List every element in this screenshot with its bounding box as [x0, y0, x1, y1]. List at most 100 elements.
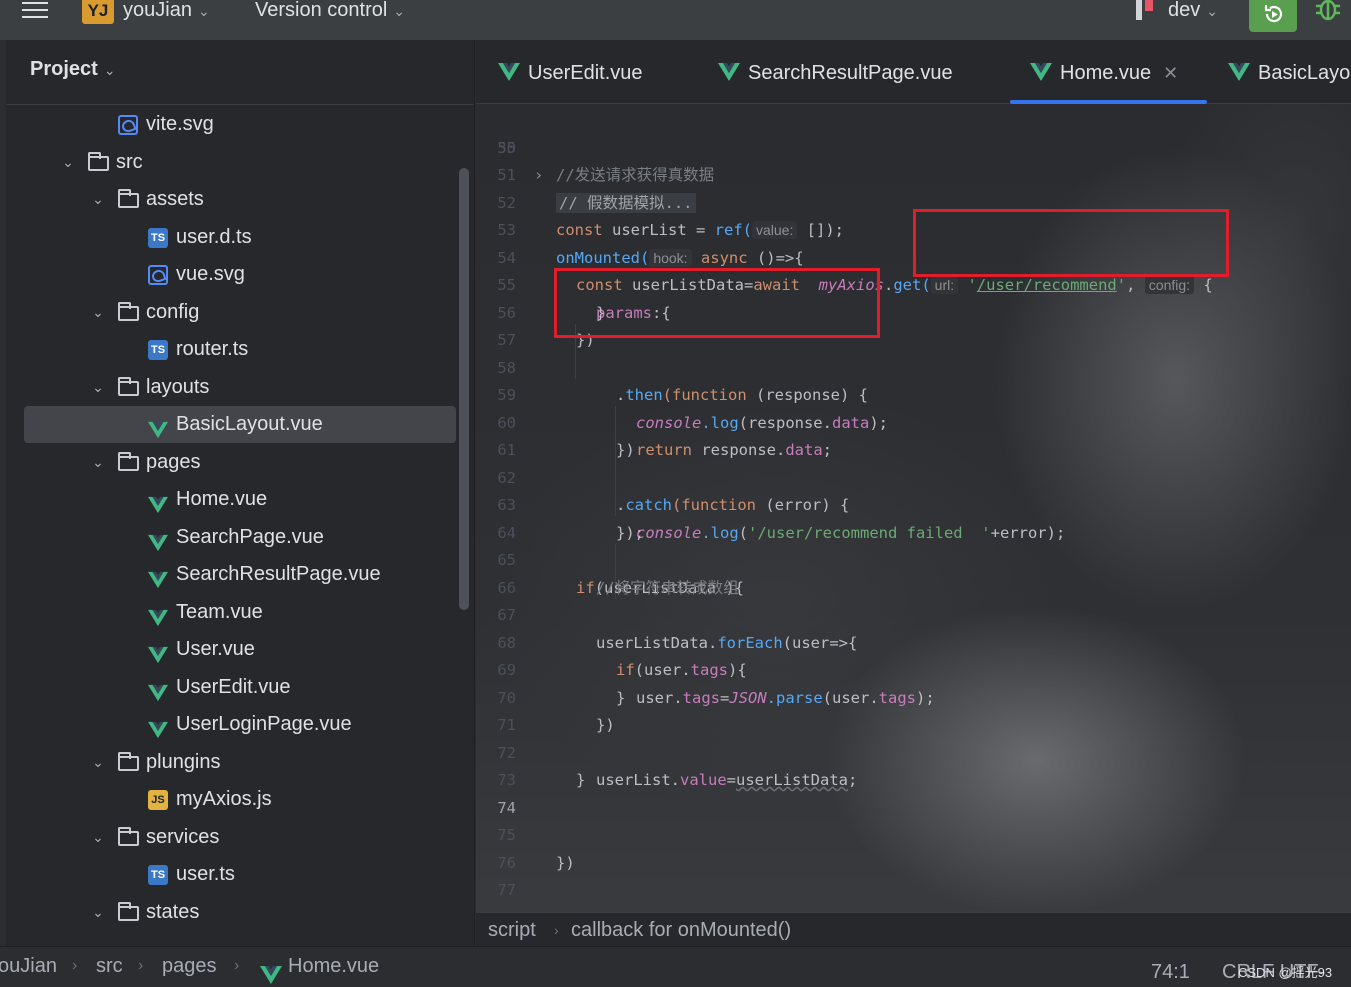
chevron-down-icon[interactable]: ⌄	[88, 819, 108, 856]
tab-home-active[interactable]: Home.vue ✕	[1030, 58, 1178, 88]
tree-item-label: SearchResultPage.vue	[176, 563, 381, 585]
chevron-down-icon[interactable]: ⌄	[88, 181, 108, 218]
tree-folder-plungins[interactable]: ⌄ plungins	[6, 744, 456, 781]
chevron-down-icon[interactable]: ⌄	[88, 444, 108, 481]
chevron-down-icon[interactable]: ⌄	[88, 369, 108, 406]
tree-folder-layouts[interactable]: ⌄ layouts	[6, 369, 456, 406]
tab-basiclayout[interactable]: BasicLayo	[1228, 58, 1350, 88]
code-line: 75	[476, 822, 1351, 850]
project-name: youJian	[123, 0, 192, 21]
vue-icon	[148, 490, 168, 514]
tree-file[interactable]: TS user.ts	[6, 856, 456, 893]
line-number: 74	[497, 798, 516, 817]
javascript-file-icon: JS	[148, 790, 168, 810]
run-button[interactable]	[1249, 0, 1297, 32]
line-number: 59	[497, 386, 516, 404]
tree-file[interactable]: Home.vue	[6, 481, 456, 518]
status-path-separator: ›	[234, 957, 240, 974]
chevron-down-icon: ⌄	[1206, 3, 1218, 19]
tree-file[interactable]: UserLoginPage.vue	[6, 706, 456, 743]
chevron-down-icon[interactable]: ⌄	[88, 894, 108, 931]
project-selector[interactable]: youJian ⌄	[123, 0, 210, 25]
vue-icon	[718, 63, 740, 81]
breadcrumb-item-script[interactable]: script	[488, 913, 536, 946]
status-path-file[interactable]: Home.vue	[288, 943, 379, 987]
tree-folder-pages[interactable]: ⌄ pages	[6, 444, 456, 481]
divider	[6, 104, 474, 105]
tab-searchresultpage[interactable]: SearchResultPage.vue	[718, 58, 953, 88]
breadcrumb-item-callback[interactable]: callback for onMounted()	[571, 913, 791, 946]
tree-file[interactable]: SearchResultPage.vue	[6, 556, 456, 593]
status-path-separator: ›	[72, 957, 78, 974]
vue-icon	[148, 640, 168, 664]
tree-item-label: src	[116, 150, 143, 173]
tree-file[interactable]: JS myAxios.js	[6, 781, 456, 818]
tree-file[interactable]: User.vue	[6, 631, 456, 668]
tree-file[interactable]: vite.svg	[6, 106, 456, 143]
code-line-current: 74	[476, 795, 1351, 823]
tree-folder-assets[interactable]: ⌄ assets	[6, 181, 456, 218]
code-line: 69 user.tags=JSON.parse(user.tags);	[476, 657, 1351, 707]
tree-item-label: assets	[146, 188, 204, 210]
code-token: }	[576, 771, 586, 789]
project-badge[interactable]: YJ	[82, 0, 114, 24]
cursor-position[interactable]: 74:1	[1151, 949, 1190, 987]
vue-icon	[148, 603, 168, 626]
line-number: 64	[497, 523, 516, 542]
chevron-down-icon[interactable]: ⌄	[88, 744, 108, 781]
tab-label: SearchResultPage.vue	[748, 62, 953, 84]
line-number: 69	[497, 661, 516, 679]
tree-folder-states[interactable]: ⌄ states	[6, 894, 456, 931]
code-token: })	[616, 441, 635, 459]
tree-file[interactable]: TS user.d.ts	[6, 219, 456, 256]
vue-icon	[148, 528, 168, 551]
line-number: 58	[497, 358, 516, 377]
line-number: 75	[497, 826, 516, 844]
chevron-down-icon[interactable]: ⌄	[58, 144, 78, 181]
status-path-pages[interactable]: pages	[162, 943, 217, 987]
tree-file[interactable]: Team.vue	[6, 594, 456, 631]
main-menu-icon[interactable]	[22, 2, 48, 22]
chevron-down-icon[interactable]: ⌄	[88, 294, 108, 331]
editor: UserEdit.vue SearchResultPage.vue Home.v…	[476, 40, 1351, 946]
line-number: 66	[497, 578, 516, 597]
tab-label: BasicLayo	[1258, 62, 1351, 84]
tree-item-label: myAxios.js	[176, 788, 272, 810]
editor-tabs: UserEdit.vue SearchResultPage.vue Home.v…	[476, 40, 1351, 104]
rerun-icon	[1264, 5, 1283, 23]
watermark: CSDN @摇光93	[1238, 965, 1333, 980]
tree-item-label: services	[146, 825, 220, 848]
project-scrollbar[interactable]	[459, 168, 469, 610]
tree-file[interactable]: BasicLayout.vue	[24, 406, 456, 443]
status-path-src[interactable]: src	[96, 943, 123, 987]
code-line: 70}	[476, 685, 1351, 713]
project-panel-header[interactable]: Project ⌄	[30, 58, 116, 81]
code-token: }	[616, 688, 626, 707]
tree-item-label: SearchPage.vue	[176, 525, 324, 548]
close-icon[interactable]: ✕	[1163, 63, 1178, 83]
tree-file[interactable]: vue.svg	[6, 256, 456, 293]
vue-icon	[1228, 63, 1250, 81]
tree-file[interactable]: SearchPage.vue	[6, 519, 456, 556]
tree-item-label: vite.svg	[146, 113, 214, 135]
code-line: 63 console.log('/user/recommend failed '…	[476, 492, 1351, 542]
version-control-menu[interactable]: Version control ⌄	[255, 0, 405, 25]
line-number: 70	[497, 688, 516, 707]
tree-item-label: router.ts	[176, 338, 249, 360]
folder-icon	[118, 376, 139, 396]
line-number: 72	[497, 743, 516, 762]
line-number: 76	[497, 853, 516, 872]
debug-icon[interactable]	[1312, 0, 1344, 26]
status-path-project[interactable]: ouJian	[0, 943, 57, 987]
tab-useredit[interactable]: UserEdit.vue	[498, 58, 643, 88]
tree-folder-src[interactable]: ⌄ src	[6, 144, 456, 181]
tree-file[interactable]: TS router.ts	[6, 331, 456, 368]
tree-file[interactable]: UserEdit.vue	[6, 669, 456, 706]
code-line: 76})	[476, 850, 1351, 878]
project-panel: Project ⌄ vite.svg ⌄ src ⌄ assets TS user.d.ts v…	[6, 40, 475, 946]
branch-selector[interactable]: dev ⌄	[1168, 0, 1218, 25]
tree-folder-services[interactable]: ⌄ services	[6, 819, 456, 856]
code-line: 67 userListData.forEach(user=>{	[476, 602, 1351, 652]
folder-icon	[118, 189, 139, 208]
tree-folder-config[interactable]: ⌄ config	[6, 294, 456, 331]
